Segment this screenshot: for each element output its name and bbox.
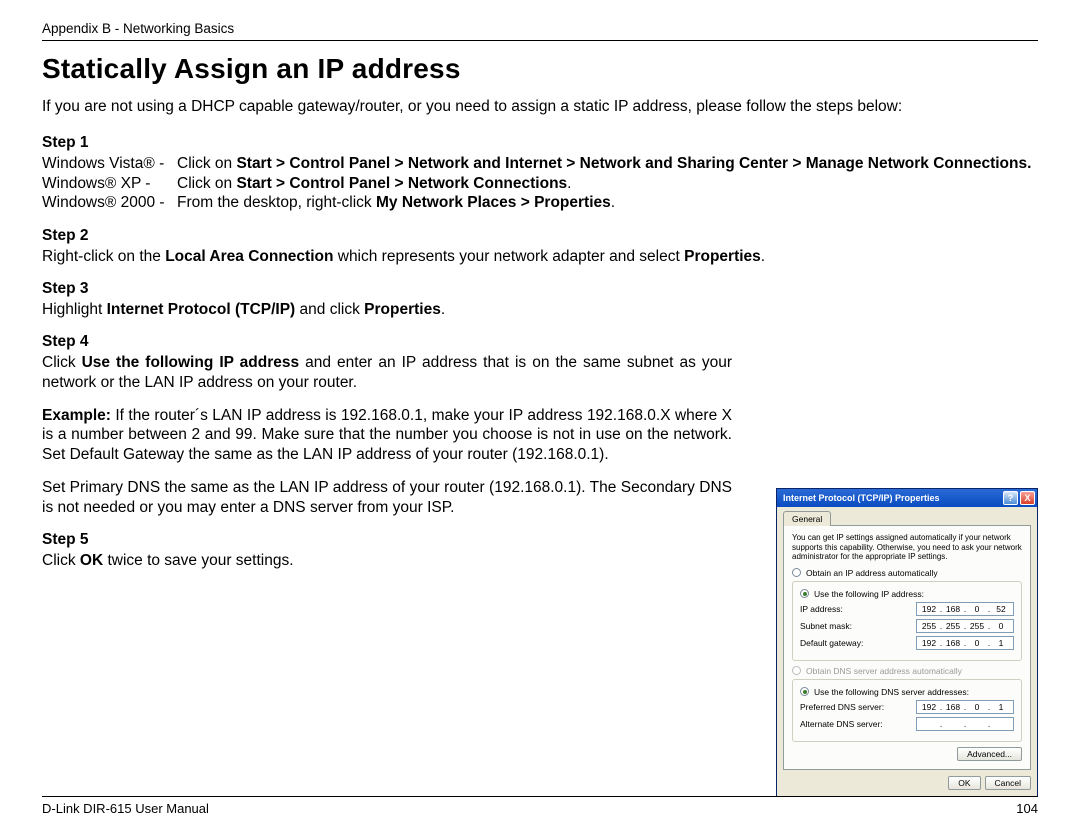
ip-address-row: IP address: 192. 168. 0. 52 bbox=[800, 602, 1014, 616]
radio-icon bbox=[792, 568, 801, 577]
dialog-button-row: OK Cancel bbox=[777, 776, 1037, 796]
step-1-xp-os: Windows® XP - bbox=[42, 174, 177, 193]
step-4-p2: Example: If the router´s LAN IP address … bbox=[42, 406, 732, 464]
footer-manual-name: D-Link DIR-615 User Manual bbox=[42, 801, 209, 816]
page-title: Statically Assign an IP address bbox=[42, 53, 1038, 85]
tab-panel-general: You can get IP settings assigned automat… bbox=[783, 525, 1031, 770]
alternate-dns-row: Alternate DNS server: . . . bbox=[800, 717, 1014, 731]
radio-icon bbox=[792, 666, 801, 675]
advanced-button[interactable]: Advanced... bbox=[957, 747, 1022, 761]
step-2-body: Right-click on the Local Area Connection… bbox=[42, 247, 1038, 266]
step-1-body: Windows Vista® - Click on Start > Contro… bbox=[42, 154, 1038, 212]
step-4-p3: Set Primary DNS the same as the LAN IP a… bbox=[42, 478, 732, 517]
intro-paragraph: If you are not using a DHCP capable gate… bbox=[42, 97, 1038, 116]
radio-use-ip[interactable]: Use the following IP address: bbox=[800, 589, 1014, 599]
dialog-description: You can get IP settings assigned automat… bbox=[792, 533, 1022, 562]
ok-button[interactable]: OK bbox=[948, 776, 980, 790]
step-2-label: Step 2 bbox=[42, 227, 1038, 245]
dialog-titlebar[interactable]: Internet Protocol (TCP/IP) Properties ? … bbox=[777, 489, 1037, 507]
step-1-vista-text: Click on Start > Control Panel > Network… bbox=[177, 154, 1038, 173]
ip-address-input[interactable]: 192. 168. 0. 52 bbox=[916, 602, 1014, 616]
dialog-title: Internet Protocol (TCP/IP) Properties bbox=[783, 493, 1001, 503]
radio-icon bbox=[800, 687, 809, 696]
step-1-w2k-os: Windows® 2000 - bbox=[42, 193, 177, 212]
step-1-w2k-text: From the desktop, right-click My Network… bbox=[177, 193, 1038, 212]
preferred-dns-input[interactable]: 192. 168. 0. 1 bbox=[916, 700, 1014, 714]
tab-general[interactable]: General bbox=[783, 511, 831, 526]
dns-fieldset: Use the following DNS server addresses: … bbox=[792, 679, 1022, 742]
step-3-label: Step 3 bbox=[42, 280, 1038, 298]
close-icon[interactable]: X bbox=[1020, 491, 1035, 505]
ip-fieldset: Use the following IP address: IP address… bbox=[792, 581, 1022, 661]
appendix-title: Appendix B - Networking Basics bbox=[42, 21, 234, 36]
step-1-label: Step 1 bbox=[42, 134, 1038, 152]
tcpip-properties-dialog: Internet Protocol (TCP/IP) Properties ? … bbox=[776, 488, 1038, 797]
radio-obtain-ip-auto[interactable]: Obtain an IP address automatically bbox=[792, 568, 1022, 578]
page-footer: D-Link DIR-615 User Manual 104 bbox=[42, 796, 1038, 816]
step-1-xp-text: Click on Start > Control Panel > Network… bbox=[177, 174, 1038, 193]
step-1-vista-os: Windows Vista® - bbox=[42, 154, 177, 173]
alternate-dns-input[interactable]: . . . bbox=[916, 717, 1014, 731]
preferred-dns-row: Preferred DNS server: 192. 168. 0. 1 bbox=[800, 700, 1014, 714]
page-header: Appendix B - Networking Basics bbox=[42, 20, 1038, 41]
cancel-button[interactable]: Cancel bbox=[985, 776, 1031, 790]
subnet-mask-row: Subnet mask: 255. 255. 255. 0 bbox=[800, 619, 1014, 633]
step-4-p1: Click Use the following IP address and e… bbox=[42, 353, 732, 392]
step-4-label: Step 4 bbox=[42, 333, 1038, 351]
radio-icon bbox=[800, 589, 809, 598]
subnet-mask-input[interactable]: 255. 255. 255. 0 bbox=[916, 619, 1014, 633]
tab-strip: General bbox=[777, 507, 1037, 526]
help-icon[interactable]: ? bbox=[1003, 491, 1018, 505]
default-gateway-row: Default gateway: 192. 168. 0. 1 bbox=[800, 636, 1014, 650]
step-5-body: Click OK twice to save your settings. bbox=[42, 551, 732, 570]
step-3-body: Highlight Internet Protocol (TCP/IP) and… bbox=[42, 300, 1038, 319]
default-gateway-input[interactable]: 192. 168. 0. 1 bbox=[916, 636, 1014, 650]
radio-use-dns[interactable]: Use the following DNS server addresses: bbox=[800, 687, 1014, 697]
radio-obtain-dns-auto: Obtain DNS server address automatically bbox=[792, 666, 1022, 676]
footer-page-number: 104 bbox=[1016, 801, 1038, 816]
step-5-label: Step 5 bbox=[42, 531, 732, 549]
